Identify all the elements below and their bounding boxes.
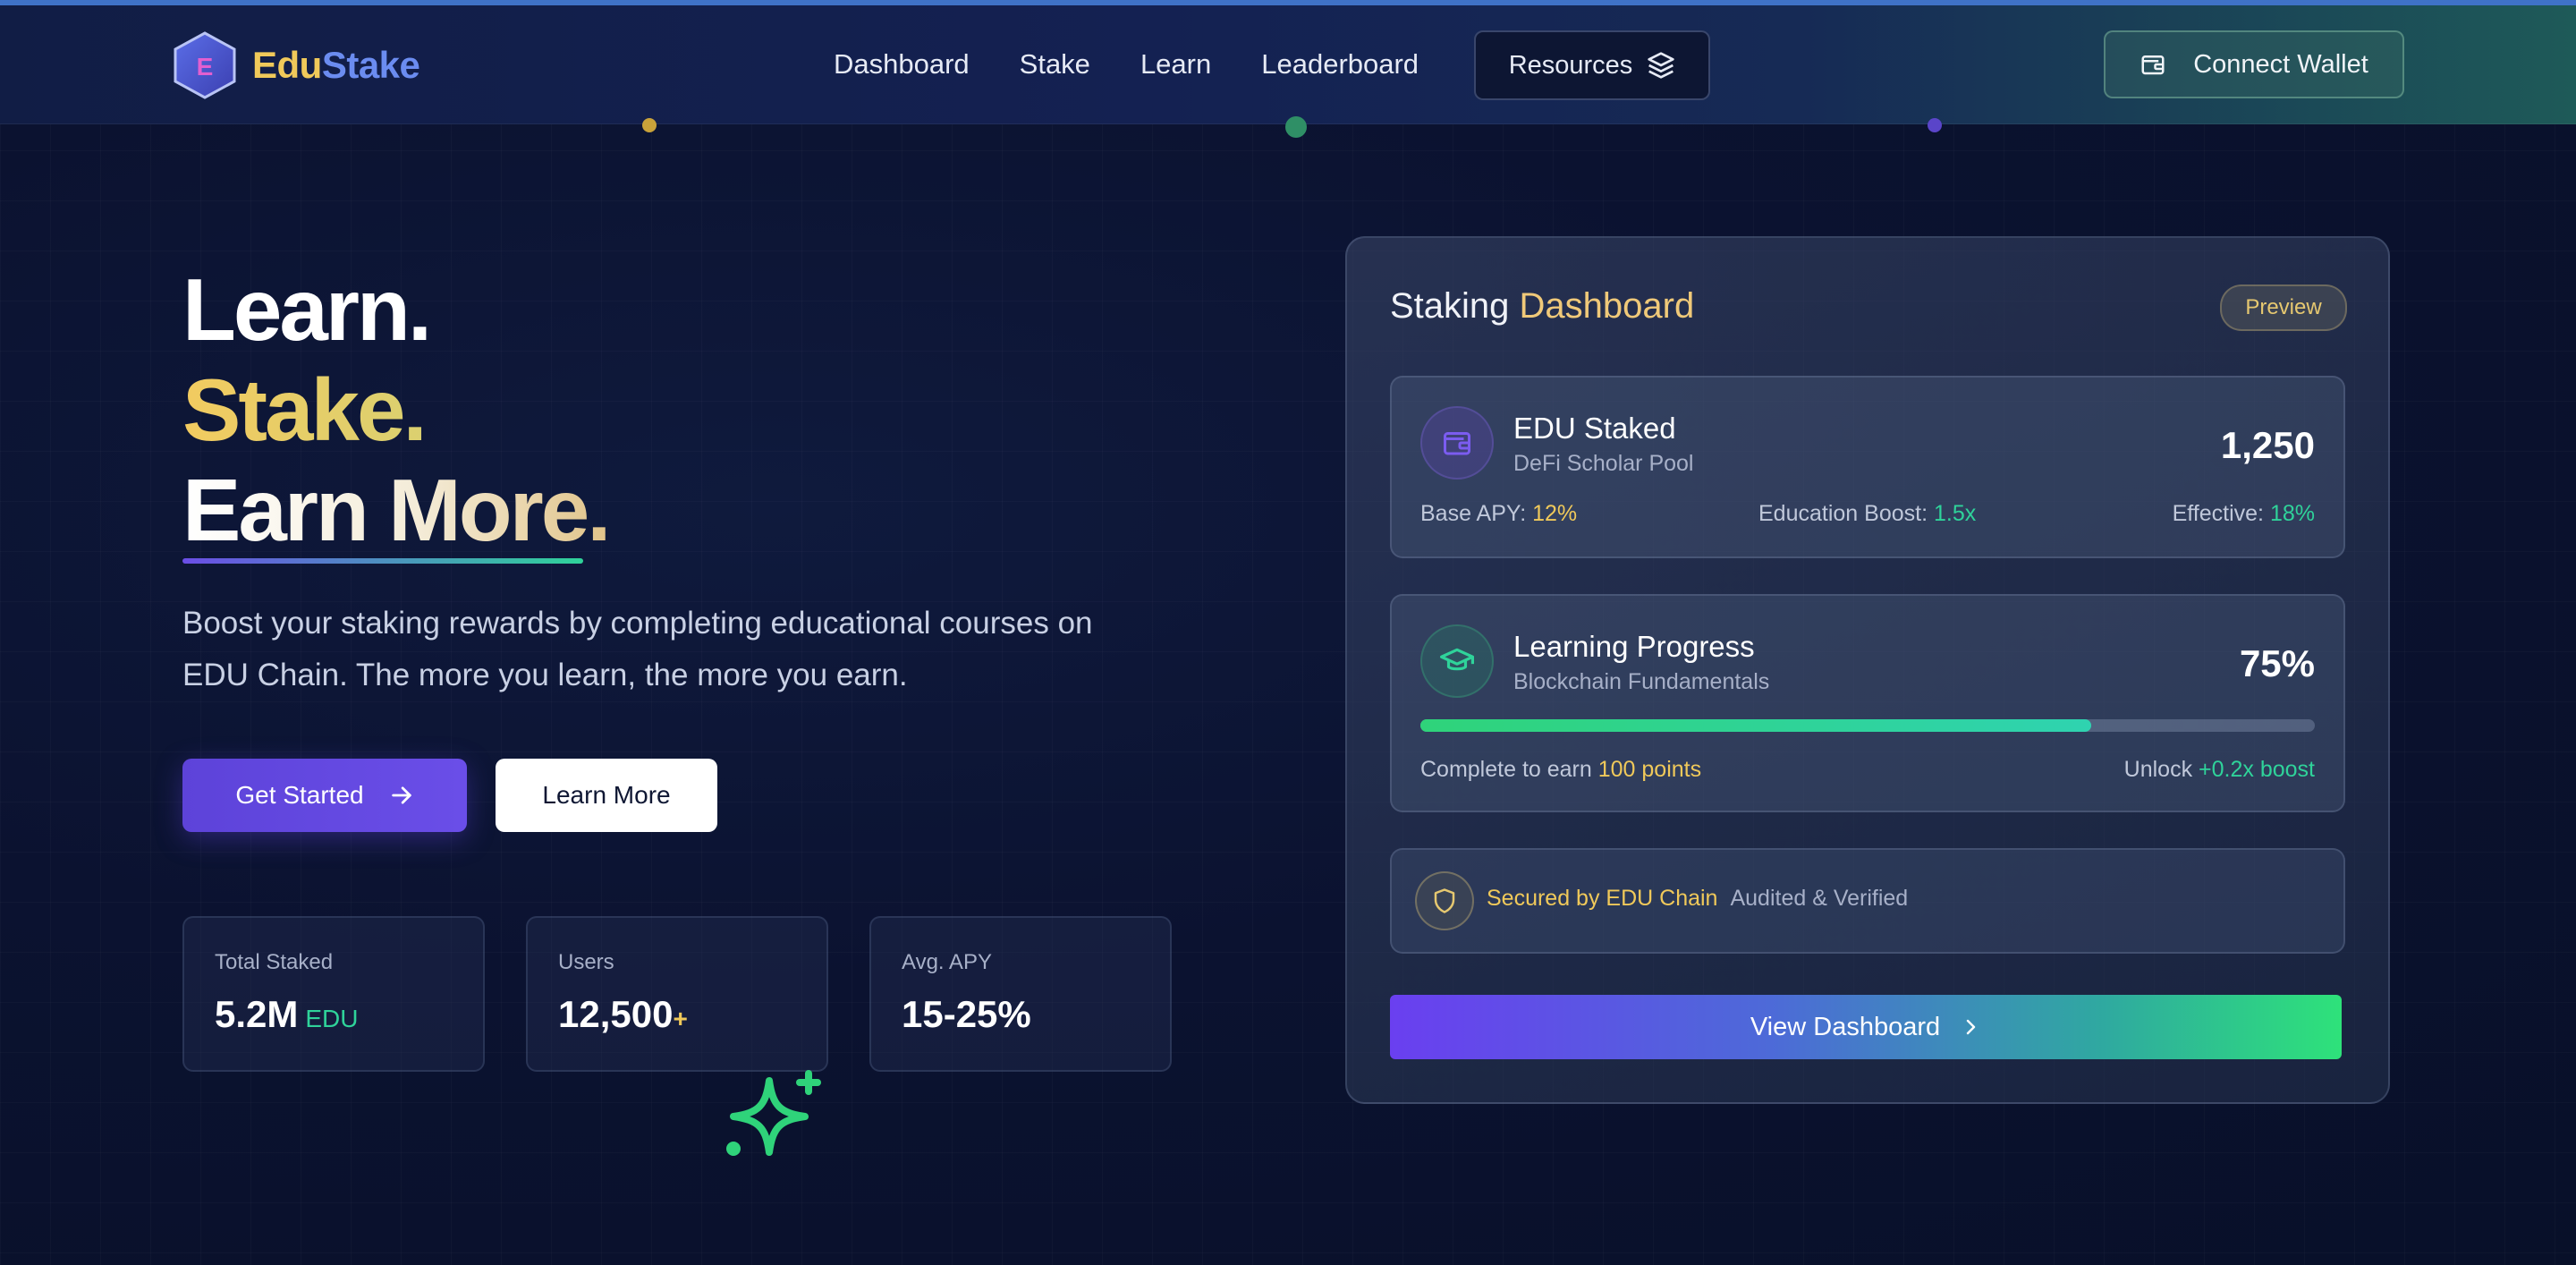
- progress-subtitle: Blockchain Fundamentals: [1513, 669, 1770, 694]
- effective-apy-value: 18%: [2269, 501, 2315, 526]
- progress-percent: 75%: [2239, 642, 2315, 684]
- education-boost-value: 1.5x: [1933, 501, 1977, 526]
- staking-dashboard-card: Staking Dashboard Preview EDU Staked DeF…: [1345, 236, 2390, 1104]
- logo[interactable]: E EduStake: [172, 30, 420, 100]
- stat-card-avg-apy: Avg. APY 15-25%: [869, 916, 1172, 1072]
- hero-underline: [182, 558, 583, 564]
- hexagon-logo-icon: E: [174, 31, 236, 99]
- staked-amount: 1,250: [2220, 424, 2315, 466]
- arrow-right-icon: [391, 786, 411, 804]
- dashboard-title: Staking Dashboard: [1390, 286, 1694, 327]
- decor-dot-gold: [642, 118, 657, 132]
- wallet-icon: [2141, 55, 2165, 75]
- decor-dot-purple: [1928, 118, 1942, 132]
- graduation-cap-icon-circle: [1420, 624, 1494, 698]
- stat-number: 12,500: [558, 993, 674, 1035]
- logo-letter: E: [197, 53, 214, 81]
- top-navbar: E EduStake Dashboard Stake Learn Leaderb…: [0, 5, 2576, 124]
- nav-links: Dashboard Stake Learn Leaderboard: [834, 5, 1469, 123]
- nav-dashboard[interactable]: Dashboard: [834, 48, 970, 81]
- get-started-button[interactable]: Get Started: [182, 759, 467, 832]
- brand-name-part1: Edu: [252, 44, 322, 86]
- education-boost: Education Boost: 1.5x: [1758, 501, 1977, 526]
- dashboard-title-part1: Staking: [1390, 286, 1510, 326]
- hero-line-earn: Earn More.: [182, 461, 611, 559]
- stat-suffix: +: [673, 1005, 688, 1032]
- secured-title: Secured by EDU Chain: [1487, 886, 1718, 911]
- progress-bar-fill: [1420, 719, 2091, 732]
- stat-card-total-staked: Total Staked 5.2M EDU: [182, 916, 485, 1072]
- secured-subtitle: Audited & Verified: [1730, 886, 1909, 911]
- resources-button[interactable]: Resources: [1474, 30, 1710, 100]
- stat-card-users: Users 12,500+: [526, 916, 828, 1072]
- stat-number: 5.2M: [215, 993, 299, 1035]
- learn-more-label: Learn More: [542, 781, 671, 809]
- connect-wallet-label: Connect Wallet: [2193, 49, 2368, 79]
- secured-card: Secured by EDU Chain Audited & Verified: [1390, 848, 2345, 954]
- nav-leaderboard[interactable]: Leaderboard: [1261, 48, 1419, 81]
- chevron-right-icon: [1966, 1019, 1976, 1035]
- connect-wallet-button[interactable]: Connect Wallet: [2104, 30, 2404, 98]
- hero-description: Boost your staking rewards by completing…: [182, 606, 1093, 692]
- hero-line-learn: Learn.: [182, 260, 432, 359]
- sparkle-icon: [726, 1070, 821, 1156]
- base-apy: Base APY: 12%: [1420, 501, 1578, 526]
- effective-apy: Effective: 18%: [2172, 501, 2315, 526]
- nav-learn[interactable]: Learn: [1140, 48, 1211, 81]
- stat-label: Users: [558, 950, 614, 974]
- brand-name-part2: Stake: [321, 44, 420, 86]
- decor-dot-green: [1285, 116, 1307, 138]
- staked-subtitle: DeFi Scholar Pool: [1513, 451, 1694, 476]
- stat-value: 5.2M EDU: [215, 993, 359, 1036]
- progress-title: Learning Progress: [1513, 630, 1755, 663]
- secured-text: Secured by EDU Chain Audited & Verified: [1487, 886, 1908, 912]
- stat-value: 12,500+: [558, 993, 688, 1036]
- stat-unit: EDU: [305, 1005, 359, 1032]
- stat-value: 15-25%: [902, 993, 1031, 1036]
- brand-name: EduStake: [252, 44, 420, 87]
- stat-label: Avg. APY: [902, 950, 992, 974]
- wallet-icon: [1444, 432, 1470, 455]
- get-started-label: Get Started: [235, 781, 364, 809]
- progress-bar: [1420, 719, 2315, 732]
- nav-stake[interactable]: Stake: [1020, 48, 1090, 81]
- earn-points-text: Complete to earn 100 points: [1420, 757, 1702, 782]
- unlock-boost-value: +0.2x boost: [2199, 757, 2315, 782]
- edu-staked-card[interactable]: EDU Staked DeFi Scholar Pool 1,250 Base …: [1390, 376, 2345, 558]
- view-dashboard-label: View Dashboard: [1750, 1012, 1941, 1041]
- resources-label: Resources: [1508, 50, 1633, 80]
- graduation-cap-icon: [1440, 648, 1474, 671]
- learning-progress-card[interactable]: Learning Progress Blockchain Fundamental…: [1390, 594, 2345, 812]
- stat-label: Total Staked: [215, 950, 334, 974]
- learn-more-button[interactable]: Learn More: [496, 759, 717, 832]
- unlock-boost-text: Unlock +0.2x boost: [2123, 757, 2315, 782]
- stat-number: 15-25%: [902, 993, 1031, 1035]
- wallet-icon-circle: [1420, 406, 1494, 480]
- layers-icon: [1648, 52, 1674, 79]
- hero-heading: Learn. Stake. Earn More.: [182, 259, 611, 560]
- base-apy-value: 12%: [1532, 501, 1578, 526]
- earn-points-value: 100 points: [1597, 757, 1702, 782]
- shield-icon: [1434, 888, 1455, 913]
- preview-badge: Preview: [2220, 284, 2347, 331]
- view-dashboard-button[interactable]: View Dashboard: [1390, 995, 2342, 1059]
- dashboard-title-part2: Dashboard: [1519, 286, 1695, 326]
- shield-icon-circle: [1415, 871, 1474, 930]
- staked-title: EDU Staked: [1513, 412, 1676, 445]
- hero-line-stake: Stake.: [182, 360, 608, 460]
